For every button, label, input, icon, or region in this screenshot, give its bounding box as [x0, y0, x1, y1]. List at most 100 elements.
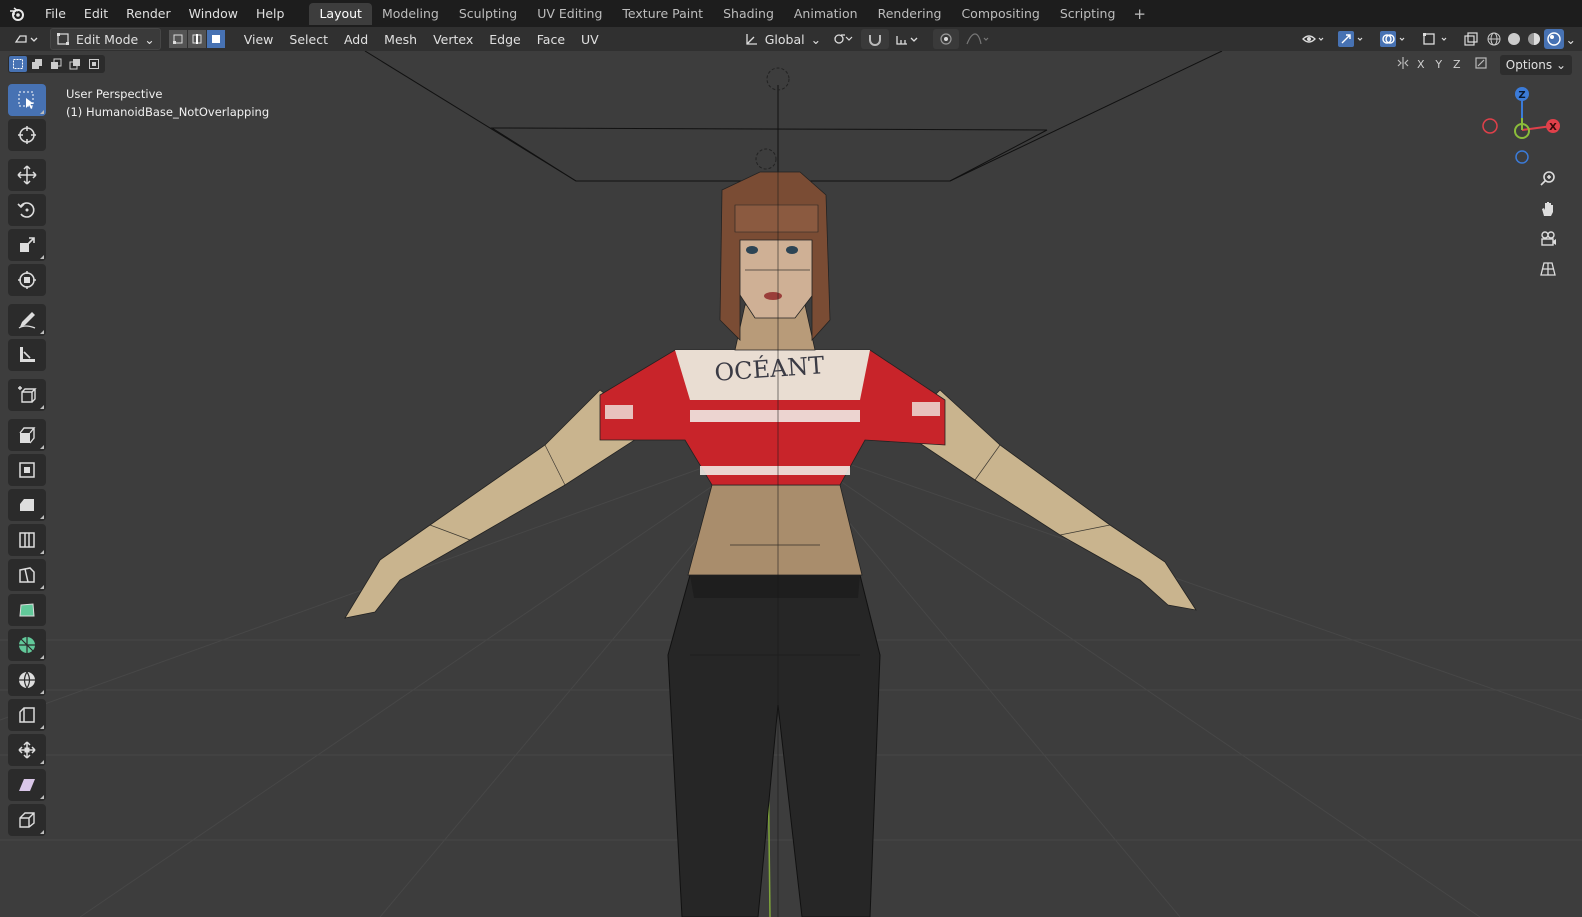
gizmo-neg-z-axis[interactable] — [1515, 150, 1529, 164]
menu-edit[interactable]: Edit — [75, 3, 117, 25]
shading-options-dropdown[interactable]: ⌄ — [1564, 29, 1582, 49]
menu-view[interactable]: View — [236, 32, 282, 47]
shading-wireframe-button[interactable] — [1484, 29, 1504, 49]
origin-marker — [755, 148, 777, 170]
select-new-icon[interactable] — [9, 56, 27, 72]
pivot-point-dropdown[interactable] — [827, 29, 861, 49]
knife-tool[interactable] — [8, 559, 46, 591]
tab-texture-paint[interactable]: Texture Paint — [612, 3, 713, 25]
measure-tool[interactable] — [8, 339, 46, 371]
select-intersect-icon[interactable] — [85, 56, 103, 72]
camera-object[interactable] — [364, 51, 1223, 182]
viewport-info: User Perspective (1) HumanoidBase_NotOve… — [66, 85, 269, 121]
proportional-edit-toggle[interactable] — [933, 29, 960, 49]
chevron-down-icon: ⌄ — [810, 31, 822, 47]
gizmo-neg-x-axis[interactable] — [1482, 118, 1498, 134]
menu-add[interactable]: Add — [336, 32, 376, 47]
viewport-right-header: X Y Z Options ⌄ — [1394, 55, 1572, 75]
menu-uv[interactable]: UV — [573, 32, 607, 47]
falloff-dropdown[interactable] — [959, 29, 997, 49]
select-extend-icon[interactable] — [28, 56, 46, 72]
menu-select[interactable]: Select — [281, 32, 336, 47]
editor-type-icon[interactable] — [8, 29, 46, 49]
mirror-z-toggle[interactable]: Z — [1448, 56, 1466, 74]
menu-help[interactable]: Help — [247, 3, 294, 25]
face-select-button[interactable] — [206, 30, 225, 48]
poly-build-tool[interactable] — [8, 594, 46, 626]
snap-toggle[interactable] — [861, 29, 890, 49]
transform-orientation-dropdown[interactable]: Global ⌄ — [739, 29, 827, 49]
mode-dropdown[interactable]: Edit Mode ⌄ — [50, 28, 161, 50]
tab-compositing[interactable]: Compositing — [951, 3, 1049, 25]
annotate-tool[interactable] — [8, 304, 46, 336]
move-tool[interactable] — [8, 159, 46, 191]
mirror-y-toggle[interactable]: Y — [1430, 56, 1448, 74]
xray-toggle[interactable] — [1458, 29, 1484, 49]
overlays-toggle[interactable] — [1374, 29, 1416, 49]
camera-view-icon[interactable] — [1533, 225, 1563, 252]
select-subtract-icon[interactable] — [47, 56, 65, 72]
bevel-tool[interactable] — [8, 489, 46, 521]
wireframe-sphere-icon — [1487, 32, 1501, 46]
tab-layout[interactable]: Layout — [309, 2, 372, 25]
mode-label: Edit Mode — [76, 31, 139, 47]
tab-shading[interactable]: Shading — [713, 3, 784, 25]
3d-viewport[interactable]: OCÉANT Z X User Perspective (1) Humanoid… — [0, 51, 1582, 917]
shading-solid-button[interactable] — [1504, 29, 1524, 49]
tab-uv-editing[interactable]: UV Editing — [527, 3, 612, 25]
vertex-select-button[interactable] — [168, 30, 187, 48]
cursor-tool[interactable] — [8, 119, 46, 151]
rotate-tool[interactable] — [8, 194, 46, 226]
spin-tool[interactable] — [8, 629, 46, 661]
mirror-icon[interactable] — [1394, 56, 1412, 74]
blender-logo-icon[interactable] — [8, 5, 26, 23]
menu-face[interactable]: Face — [529, 32, 573, 47]
menu-vertex[interactable]: Vertex — [425, 32, 481, 47]
mirror-x-toggle[interactable]: X — [1412, 56, 1430, 74]
tab-rendering[interactable]: Rendering — [868, 3, 952, 25]
snap-target-dropdown[interactable] — [889, 29, 927, 49]
transform-tool[interactable] — [8, 264, 46, 296]
tab-modeling[interactable]: Modeling — [372, 3, 449, 25]
orientation-icon — [746, 34, 757, 45]
menu-edge[interactable]: Edge — [481, 32, 528, 47]
extrude-region-tool[interactable] — [8, 419, 46, 451]
loop-cut-tool[interactable] — [8, 524, 46, 556]
add-cube-tool[interactable] — [8, 379, 46, 411]
scale-tool[interactable] — [8, 229, 46, 261]
shading-material-button[interactable] — [1524, 29, 1544, 49]
rip-region-tool[interactable] — [8, 804, 46, 836]
humanoid-mesh[interactable] — [344, 171, 1197, 917]
transform-icon — [18, 271, 36, 289]
zoom-icon[interactable] — [1533, 164, 1563, 191]
navigation-gizmo[interactable]: Z X — [1482, 87, 1560, 164]
mesh-edit-overlays-dropdown[interactable] — [1416, 29, 1458, 49]
shear-tool[interactable] — [8, 769, 46, 801]
shrink-fatten-tool[interactable] — [8, 734, 46, 766]
auto-merge-icon[interactable] — [1472, 56, 1490, 74]
pan-hand-icon[interactable] — [1533, 195, 1563, 222]
edge-select-button[interactable] — [187, 30, 206, 48]
options-dropdown[interactable]: Options ⌄ — [1499, 55, 1572, 75]
selection-mode-buttons — [8, 55, 105, 73]
menu-mesh[interactable]: Mesh — [376, 32, 425, 47]
select-box-icon — [18, 91, 34, 109]
rendered-sphere-icon — [1546, 32, 1561, 46]
falloff-icon — [966, 33, 989, 45]
visibility-dropdown[interactable] — [1296, 29, 1332, 49]
tab-scripting[interactable]: Scripting — [1050, 3, 1126, 25]
gizmo-toggle[interactable] — [1332, 29, 1374, 49]
menu-file[interactable]: File — [36, 3, 75, 25]
add-workspace-icon[interactable]: + — [1125, 5, 1154, 23]
smooth-tool[interactable] — [8, 664, 46, 696]
perspective-grid-icon[interactable] — [1533, 255, 1563, 282]
menu-render[interactable]: Render — [117, 3, 180, 25]
shading-rendered-button[interactable] — [1543, 29, 1564, 49]
menu-window[interactable]: Window — [180, 3, 247, 25]
edge-slide-tool[interactable] — [8, 699, 46, 731]
select-invert-icon[interactable] — [66, 56, 84, 72]
tab-animation[interactable]: Animation — [784, 3, 868, 25]
inset-faces-tool[interactable] — [8, 454, 46, 486]
tab-sculpting[interactable]: Sculpting — [449, 3, 527, 25]
select-box-tool[interactable] — [8, 84, 46, 116]
